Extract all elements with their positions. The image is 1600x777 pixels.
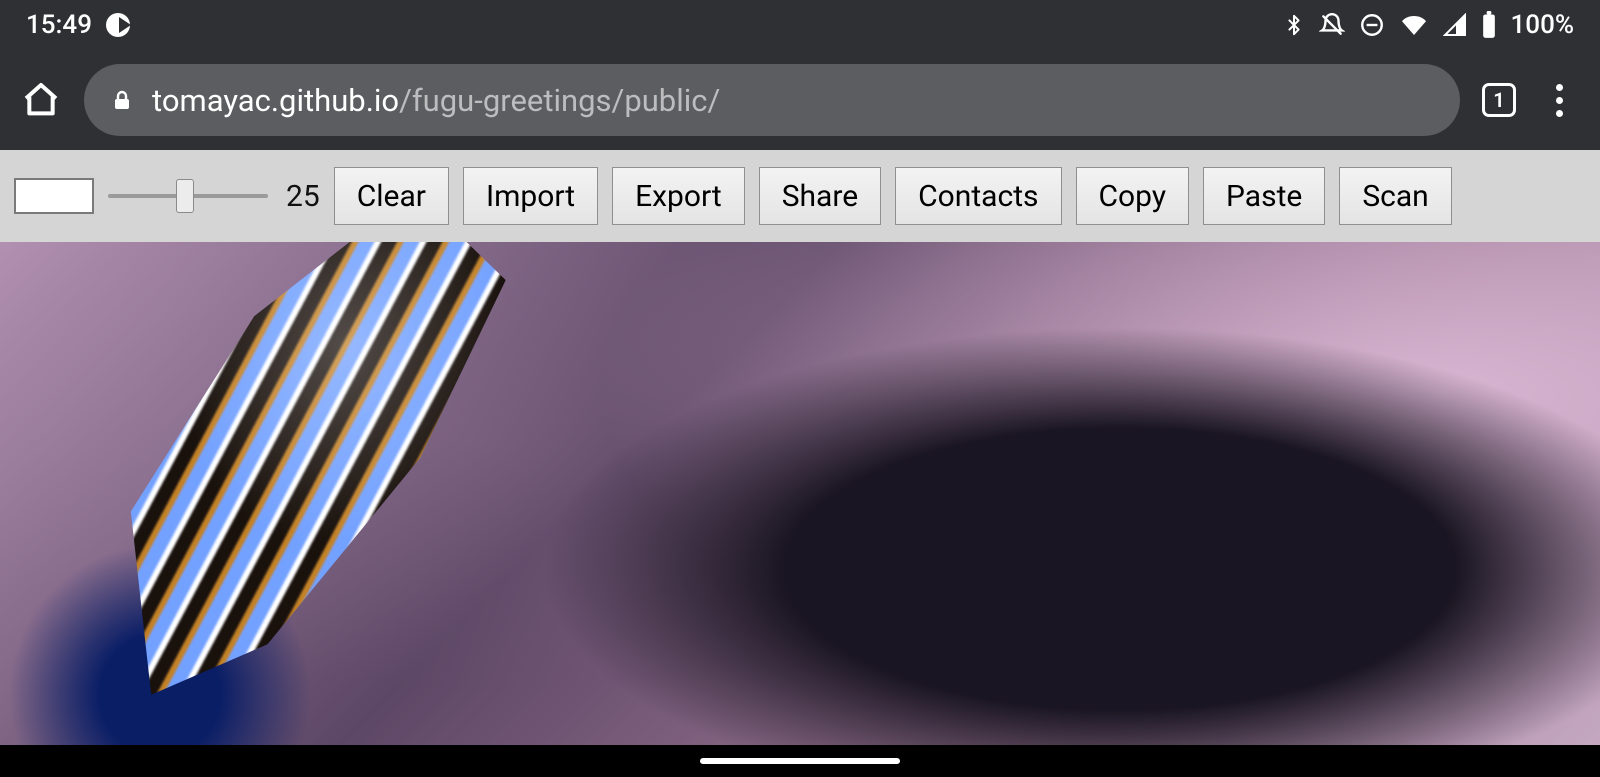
notifications-off-icon xyxy=(1319,12,1345,38)
android-status-bar: 15:49 100% xyxy=(0,0,1600,50)
data-saver-icon xyxy=(106,13,130,37)
url-path: /fugu-greetings/public/ xyxy=(399,82,720,119)
gesture-nav-pill[interactable] xyxy=(700,758,900,764)
brush-size-slider[interactable] xyxy=(108,178,268,214)
overflow-menu-button[interactable] xyxy=(1538,84,1580,117)
export-button[interactable]: Export xyxy=(612,167,745,225)
brush-size-value: 25 xyxy=(286,179,320,214)
tab-count: 1 xyxy=(1493,88,1504,112)
clear-button[interactable]: Clear xyxy=(334,167,449,225)
bluetooth-icon xyxy=(1283,11,1305,39)
share-button[interactable]: Share xyxy=(759,167,881,225)
url-text: tomayac.github.io/fugu-greetings/public/ xyxy=(152,82,720,119)
import-button[interactable]: Import xyxy=(463,167,598,225)
chrome-toolbar: tomayac.github.io/fugu-greetings/public/… xyxy=(0,50,1600,150)
fugu-fish-image xyxy=(43,242,577,745)
lock-icon xyxy=(110,86,134,114)
address-bar[interactable]: tomayac.github.io/fugu-greetings/public/ xyxy=(84,64,1460,136)
battery-icon xyxy=(1481,11,1497,39)
cell-signal-icon xyxy=(1443,13,1467,37)
wifi-icon xyxy=(1399,13,1429,37)
drawing-canvas[interactable] xyxy=(0,242,1600,745)
copy-button[interactable]: Copy xyxy=(1076,167,1190,225)
contacts-button[interactable]: Contacts xyxy=(895,167,1061,225)
battery-percentage: 100% xyxy=(1511,10,1574,40)
dnd-icon xyxy=(1359,12,1385,38)
android-navigation-bar xyxy=(0,745,1600,777)
home-button[interactable] xyxy=(20,79,62,121)
scan-button[interactable]: Scan xyxy=(1339,167,1451,225)
tabs-button[interactable]: 1 xyxy=(1482,83,1516,117)
url-host: tomayac.github.io xyxy=(152,82,399,119)
status-clock: 15:49 xyxy=(26,10,92,40)
app-toolbar: 25 Clear Import Export Share Contacts Co… xyxy=(0,150,1600,242)
paste-button[interactable]: Paste xyxy=(1203,167,1325,225)
color-picker[interactable] xyxy=(14,178,94,214)
